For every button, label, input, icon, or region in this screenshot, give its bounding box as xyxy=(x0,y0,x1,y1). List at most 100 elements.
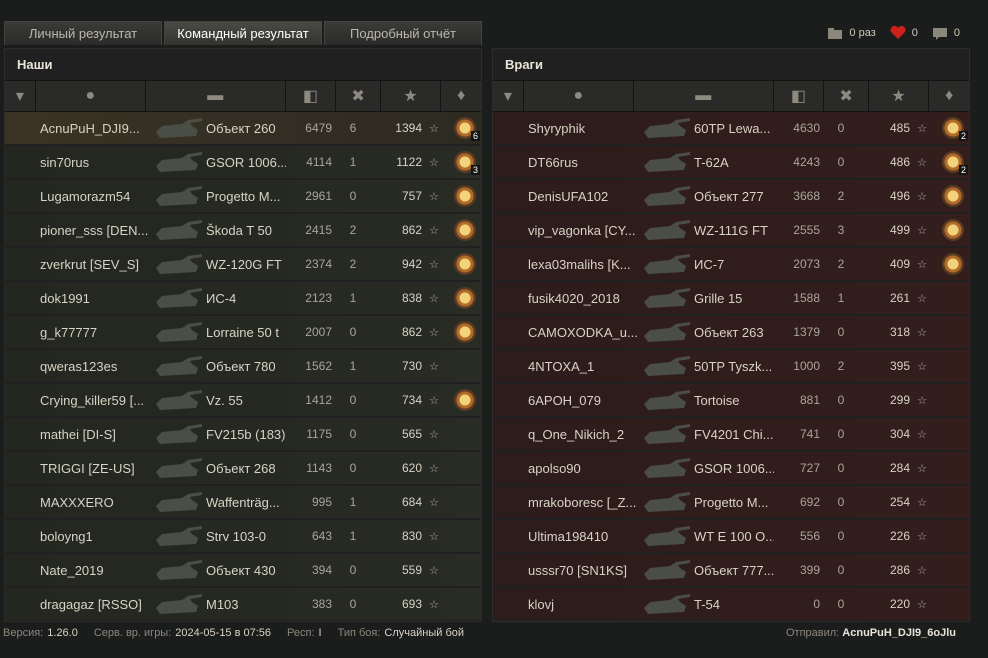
medal-icon[interactable] xyxy=(940,217,966,243)
player-row[interactable]: Crying_killer59 [... Vz. 55 1412 0 734 ☆ xyxy=(5,384,481,416)
sort-squad-icon[interactable]: ▾ xyxy=(5,81,36,111)
player-name[interactable]: CAMOXODKA_u... xyxy=(493,325,648,340)
sort-tank-icon[interactable]: ▬ xyxy=(146,81,286,111)
medal-icon[interactable] xyxy=(452,319,478,345)
damage-value: 2073 xyxy=(793,257,820,271)
player-name[interactable]: lexa03malihs [K... xyxy=(493,257,648,272)
player-name[interactable]: zverkrut [SEV_S] xyxy=(5,257,160,272)
player-name[interactable]: Crying_killer59 [... xyxy=(5,393,160,408)
sort-player-icon[interactable]: ● xyxy=(524,81,634,111)
medal-icon[interactable] xyxy=(452,285,478,311)
player-name[interactable]: TRIGGI [ZE-US] xyxy=(5,461,160,476)
medal-icon[interactable]: 2 xyxy=(940,115,968,141)
player-name[interactable]: DT66rus xyxy=(493,155,648,170)
player-name[interactable]: mrakoboresc [_Z... xyxy=(493,495,648,510)
folder-counter[interactable]: 0 раз xyxy=(827,27,876,39)
player-row[interactable]: g_k77777 Lorraine 50 t 2007 0 862 ☆ xyxy=(5,316,481,348)
player-row[interactable]: klovj T-54 0 0 220 ☆ xyxy=(493,588,969,620)
sort-damage-icon[interactable]: ◧ xyxy=(774,81,825,111)
player-name[interactable]: Nate_2019 xyxy=(5,563,160,578)
medal-icon[interactable] xyxy=(452,183,478,209)
player-row[interactable]: MAXXXERO Waffenträg... 995 1 684 ☆ xyxy=(5,486,481,518)
player-name[interactable]: DenisUFA102 xyxy=(493,189,648,204)
player-name[interactable]: MAXXXERO xyxy=(5,495,160,510)
player-name[interactable]: 4NTOXA_1 xyxy=(493,359,648,374)
medal-icon[interactable] xyxy=(940,183,966,209)
player-name[interactable]: g_k77777 xyxy=(5,325,160,340)
player-name[interactable]: AcnuPuH_DJI9... xyxy=(5,121,160,136)
player-row[interactable]: mrakoboresc [_Z... Progetto M... 692 0 254 ☆ xyxy=(493,486,969,518)
player-row[interactable]: Shyryphik 60TP Lewa... 4630 0 485 ☆ 2 xyxy=(493,112,969,144)
sort-xp-icon[interactable]: ★ xyxy=(869,81,930,111)
sort-squad-icon[interactable]: ▾ xyxy=(493,81,524,111)
player-row[interactable]: AcnuPuH_DJI9... Объект 260 6479 6 1394 ☆ 6 xyxy=(5,112,481,144)
player-row[interactable]: zverkrut [SEV_S] WZ-120G FT 2374 2 942 ☆ xyxy=(5,248,481,280)
sort-medal-icon[interactable]: ♦ xyxy=(441,81,481,111)
sort-damage-icon[interactable]: ◧ xyxy=(286,81,337,111)
tab-team-result[interactable]: Командный результат xyxy=(164,21,322,45)
player-row[interactable]: TRIGGI [ZE-US] Объект 268 1143 0 620 ☆ xyxy=(5,452,481,484)
medal-icon[interactable] xyxy=(940,251,966,277)
resp-value: I xyxy=(318,627,322,639)
player-row[interactable]: DT66rus T-62A 4243 0 486 ☆ 2 xyxy=(493,146,969,178)
tank-icon xyxy=(640,112,692,144)
likes-counter[interactable]: 0 xyxy=(890,26,918,40)
player-name[interactable]: pioner_sss [DEN... xyxy=(5,223,160,238)
medal-count: 6 xyxy=(470,131,480,141)
player-row[interactable]: dragagaz [RSSO] M103 383 0 693 ☆ xyxy=(5,588,481,620)
player-name[interactable]: usssr70 [SN1KS] xyxy=(493,563,648,578)
player-row[interactable]: Lugamorazm54 Progetto M... 2961 0 757 ☆ xyxy=(5,180,481,212)
player-row[interactable]: sin70rus GSOR 1006... 4114 1 1122 ☆ 3 xyxy=(5,146,481,178)
tab-detailed-report[interactable]: Подробный отчёт xyxy=(324,21,482,45)
sort-medal-icon[interactable]: ♦ xyxy=(929,81,969,111)
player-row[interactable]: lexa03malihs [K... ИС-7 2073 2 409 ☆ xyxy=(493,248,969,280)
tab-personal-result[interactable]: Личный результат xyxy=(4,21,162,45)
sort-kills-icon[interactable]: ✖ xyxy=(336,81,381,111)
player-name[interactable]: Lugamorazm54 xyxy=(5,189,160,204)
player-row[interactable]: 4NTOXA_1 50TP Tyszk... 1000 2 395 ☆ xyxy=(493,350,969,382)
player-name[interactable]: vip_vagonka [CY... xyxy=(493,223,648,238)
player-row[interactable]: pioner_sss [DEN... Škoda T 50 2415 2 862 ☆ xyxy=(5,214,481,246)
player-row[interactable]: 6APOH_079 Tortoise 881 0 299 ☆ xyxy=(493,384,969,416)
medal-icon[interactable] xyxy=(452,217,478,243)
player-row[interactable]: mathei [DI-S] FV215b (183) 1175 0 565 ☆ xyxy=(5,418,481,450)
player-name[interactable]: dragagaz [RSSO] xyxy=(5,597,160,612)
server-time-value: 2024-05-15 в 07:56 xyxy=(175,627,272,639)
player-row[interactable]: apolso90 GSOR 1006... 727 0 284 ☆ xyxy=(493,452,969,484)
player-row[interactable]: Nate_2019 Объект 430 394 0 559 ☆ xyxy=(5,554,481,586)
player-name[interactable]: sin70rus xyxy=(5,155,160,170)
player-name[interactable]: dok1991 xyxy=(5,291,160,306)
damage-value: 556 xyxy=(799,529,820,543)
player-row[interactable]: boloyng1 Strv 103-0 643 1 830 ☆ xyxy=(5,520,481,552)
player-row[interactable]: dok1991 ИС-4 2123 1 838 ☆ xyxy=(5,282,481,314)
medal-icon[interactable] xyxy=(452,387,478,413)
vehicle-name: 60TP Lewa... xyxy=(694,120,771,136)
player-name[interactable]: boloyng1 xyxy=(5,529,160,544)
player-name[interactable]: fusik4020_2018 xyxy=(493,291,648,306)
sort-player-icon[interactable]: ● xyxy=(36,81,146,111)
medal-icon[interactable]: 2 xyxy=(940,149,968,175)
player-row[interactable]: fusik4020_2018 Grille 15 1588 1 261 ☆ xyxy=(493,282,969,314)
player-name[interactable]: Shyryphik xyxy=(493,121,648,136)
player-name[interactable]: qweras123es xyxy=(5,359,160,374)
medal-icon[interactable]: 6 xyxy=(452,115,480,141)
player-row[interactable]: usssr70 [SN1KS] Объект 777... 399 0 286 ☆ xyxy=(493,554,969,586)
medal-icon[interactable]: 3 xyxy=(452,149,480,175)
player-name[interactable]: apolso90 xyxy=(493,461,648,476)
player-name[interactable]: mathei [DI-S] xyxy=(5,427,160,442)
player-row[interactable]: vip_vagonka [CY... WZ-111G FT 2555 3 499 ☆ xyxy=(493,214,969,246)
player-row[interactable]: CAMOXODKA_u... Объект 263 1379 0 318 ☆ xyxy=(493,316,969,348)
sort-tank-icon[interactable]: ▬ xyxy=(634,81,774,111)
player-name[interactable]: Ultima198410 xyxy=(493,529,648,544)
player-row[interactable]: qweras123es Объект 780 1562 1 730 ☆ xyxy=(5,350,481,382)
player-name[interactable]: klovj xyxy=(493,597,648,612)
sort-kills-icon[interactable]: ✖ xyxy=(824,81,869,111)
sort-xp-icon[interactable]: ★ xyxy=(381,81,442,111)
player-row[interactable]: q_One_Nikich_2 FV4201 Chi... 741 0 304 ☆ xyxy=(493,418,969,450)
player-row[interactable]: Ultima198410 WT E 100 O... 556 0 226 ☆ xyxy=(493,520,969,552)
player-name[interactable]: q_One_Nikich_2 xyxy=(493,427,648,442)
medal-icon[interactable] xyxy=(452,251,478,277)
player-name[interactable]: 6APOH_079 xyxy=(493,393,648,408)
comments-counter[interactable]: 0 xyxy=(932,27,960,40)
player-row[interactable]: DenisUFA102 Объект 277 3668 2 496 ☆ xyxy=(493,180,969,212)
